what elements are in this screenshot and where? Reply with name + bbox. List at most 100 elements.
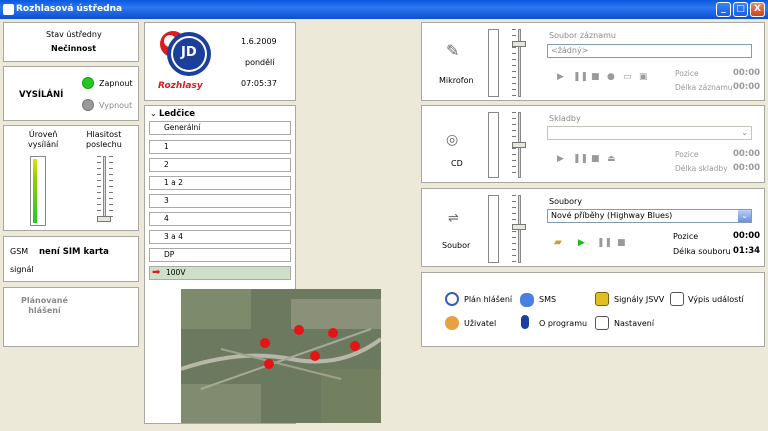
open-folder-icon[interactable]: ▰ (554, 237, 562, 248)
mic-length-label: Délka záznamu (675, 83, 733, 92)
minimize-button[interactable]: _ (716, 2, 731, 17)
file-position-label: Pozice (673, 232, 699, 241)
speaker-icon[interactable] (595, 292, 609, 306)
cd-position-value: 00:00 (733, 149, 761, 159)
planned-panel[interactable]: Plánované hlášení (3, 287, 139, 347)
location-title: Ledčice (159, 109, 196, 119)
record-file-input[interactable]: <žádný> (547, 44, 752, 58)
zone-item-1a2[interactable]: 1 a 2 (149, 176, 291, 190)
cd-play-icon[interactable]: ▶ (557, 154, 564, 164)
files-selected-value: Nové příběhy (Highway Blues) (551, 211, 673, 220)
file-player-icon: ⇌ (448, 211, 459, 226)
open-file-icon[interactable]: ▭ (623, 72, 632, 82)
stop-icon[interactable]: ■ (591, 72, 600, 82)
microphone-icon: ✎ (446, 41, 460, 60)
save-icon[interactable]: ▣ (639, 72, 648, 82)
mic-length-value: 00:00 (733, 82, 761, 92)
about-button[interactable]: O programu (539, 319, 587, 328)
maximize-button[interactable]: □ (733, 2, 748, 17)
document-list-icon[interactable] (670, 292, 684, 306)
on-led-icon[interactable] (82, 77, 94, 89)
logo-text: JD (181, 45, 197, 60)
event-log-button[interactable]: Výpis událostí (688, 295, 744, 304)
listen-volume-slider[interactable] (103, 156, 106, 222)
file-length-label: Délka souboru (673, 247, 731, 256)
collapse-chevron-icon[interactable]: ⌄ (150, 109, 157, 118)
gsm-label: GSM (10, 247, 29, 256)
play-icon[interactable]: ▶ (557, 72, 564, 82)
cd-slider-thumb[interactable] (512, 142, 526, 148)
zone-item-label: 100V (166, 268, 186, 277)
signals-button[interactable]: Signály JSVV (614, 295, 664, 304)
microphone-meter (488, 29, 499, 97)
dropdown-arrow-icon[interactable]: ⌄ (738, 210, 751, 222)
file-play-icon[interactable]: ▶ (578, 238, 585, 248)
zone-item-4[interactable]: 4 (149, 212, 291, 226)
zone-item-2[interactable]: 2 (149, 158, 291, 172)
listen-volume-label: Hlasitost poslechu (86, 130, 122, 149)
mic-ticks (512, 29, 516, 97)
cd-panel: ◎ CD Skladby ⌄ ▶ ❚❚ ■ ⏏ Pozice 00:00 Dél… (421, 105, 765, 183)
sim-status: není SIM karta (39, 247, 109, 257)
listen-volume-thumb[interactable] (97, 216, 111, 222)
header-panel: JD Rozhlasy 1.6.2009 pondělí 07:05:37 (144, 22, 296, 101)
user-button[interactable]: Uživatel (464, 319, 496, 328)
microphone-panel: ✎ Mikrofon Soubor záznamu <žádný> ▶ ❚❚ ■… (421, 22, 765, 101)
file-position-value: 00:00 (733, 231, 761, 241)
settings-icon[interactable] (595, 316, 609, 330)
planned-label: Plánované hlášení (21, 296, 68, 315)
file-pause-icon[interactable]: ❚❚ (597, 238, 612, 248)
close-button[interactable]: X (750, 2, 765, 17)
settings-button[interactable]: Nastavení (614, 319, 654, 328)
zone-item-3a4[interactable]: 3 a 4 (149, 230, 291, 244)
zone-item-general[interactable]: Generální (149, 121, 291, 135)
arrow-right-icon: ➡ (152, 267, 161, 278)
microphone-slider-thumb[interactable] (512, 41, 526, 47)
off-button[interactable]: Vypnout (99, 101, 132, 110)
zone-item-1[interactable]: 1 (149, 140, 291, 154)
zone-item-dp[interactable]: DP (149, 248, 291, 262)
logo-subtitle: Rozhlasy (158, 81, 203, 91)
files-select[interactable]: Nové příběhy (Highway Blues) ⌄ (547, 209, 752, 223)
cd-length-value: 00:00 (733, 163, 761, 173)
phone-icon[interactable] (520, 293, 534, 307)
info-icon[interactable] (521, 315, 529, 329)
time-text: 07:05:37 (241, 79, 277, 88)
record-icon[interactable]: ● (607, 72, 615, 82)
pause-icon[interactable]: ❚❚ (573, 72, 588, 82)
zone-item-100v[interactable]: ➡ 100V (149, 266, 291, 280)
plan-button[interactable]: Plán hlášení (464, 295, 512, 304)
file-label: Soubor (442, 241, 471, 250)
user-icon[interactable] (445, 316, 459, 330)
send-level-meter (30, 156, 46, 226)
file-slider-thumb[interactable] (512, 224, 526, 230)
cd-stop-icon[interactable]: ■ (591, 154, 600, 164)
cd-meter (488, 112, 499, 178)
listen-ticks (97, 156, 101, 222)
on-button[interactable]: Zapnout (99, 79, 133, 88)
zone-item-3[interactable]: 3 (149, 194, 291, 208)
window-title: Rozhlasová ústředna (16, 4, 123, 14)
signal-label: signál (10, 265, 34, 274)
gsm-panel: GSM není SIM karta signál (3, 236, 139, 282)
tracks-select[interactable]: ⌄ (547, 126, 752, 140)
stopwatch-icon[interactable] (445, 292, 459, 306)
file-stop-icon[interactable]: ■ (617, 238, 626, 248)
broadcast-panel: VYSÍLÁNÍ Zapnout Vypnout (3, 66, 139, 121)
menu-panel: Plán hlášení SMS Signály JSVV Výpis udál… (421, 272, 765, 347)
listen-ticks-right (109, 156, 113, 222)
dropdown-chevron-icon: ⌄ (741, 128, 748, 137)
send-level-label: Úroveň vysílání (28, 130, 59, 149)
cd-eject-icon[interactable]: ⏏ (607, 154, 616, 164)
title-bar: Rozhlasová ústředna _ □ X (0, 0, 768, 19)
microphone-slider[interactable] (518, 29, 521, 97)
cd-label: CD (451, 159, 463, 168)
map-image[interactable] (181, 289, 381, 423)
file-meter (488, 195, 499, 263)
file-panel: ⇌ Soubor Soubory Nové příběhy (Highway B… (421, 188, 765, 267)
date-text: 1.6.2009 (241, 37, 277, 46)
sms-button[interactable]: SMS (539, 295, 556, 304)
cd-pause-icon[interactable]: ❚❚ (573, 154, 588, 164)
app-icon (3, 4, 14, 15)
off-led-icon[interactable] (82, 99, 94, 111)
